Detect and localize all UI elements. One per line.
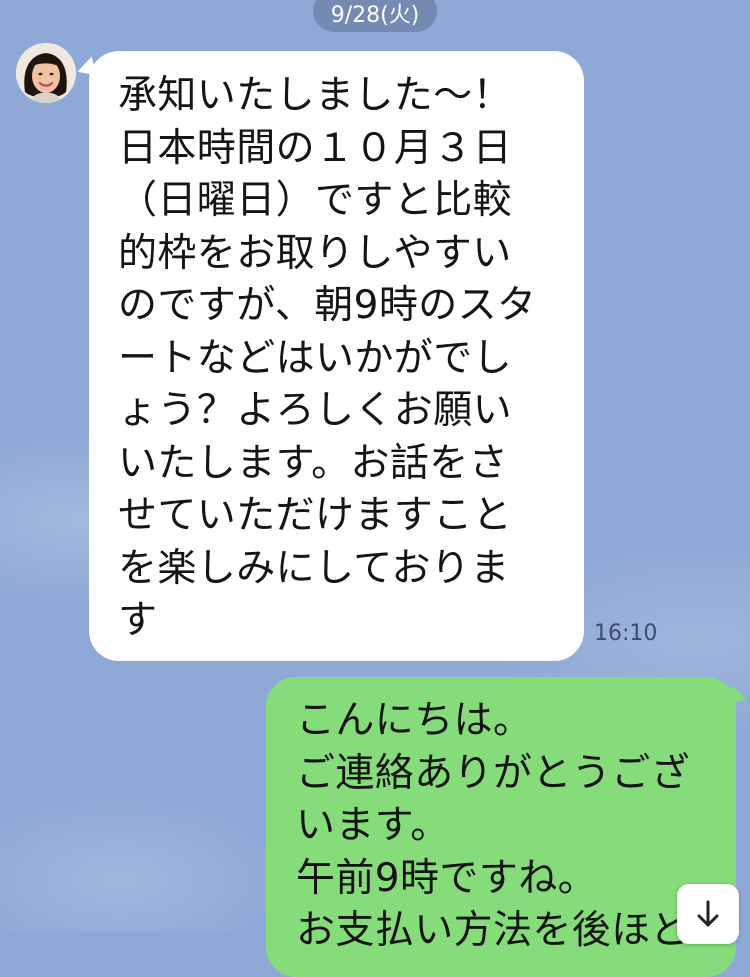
outgoing-message-text: こんにちは。 ご連絡ありがとうござ います。 午前9時ですね。 お支払い方法を後… — [296, 698, 691, 953]
arrow-down-icon — [697, 900, 719, 927]
message-time: 16:10 — [594, 621, 658, 646]
scroll-to-bottom-button[interactable] — [677, 884, 739, 944]
incoming-message-bubble[interactable]: 承知いたしました～！ 日本時間の１０月３日 （日曜日）ですと比較 的枠をお取りし… — [89, 51, 584, 661]
outgoing-message-bubble[interactable]: こんにちは。 ご連絡ありがとうござ います。 午前9時ですね。 お支払い方法を後… — [266, 677, 736, 977]
date-separator: 9/28(火) — [313, 0, 437, 32]
contact-avatar[interactable] — [16, 43, 76, 103]
incoming-message-text: 承知いたしました～！ 日本時間の１０月３日 （日曜日）ですと比較 的枠をお取りし… — [118, 73, 537, 643]
